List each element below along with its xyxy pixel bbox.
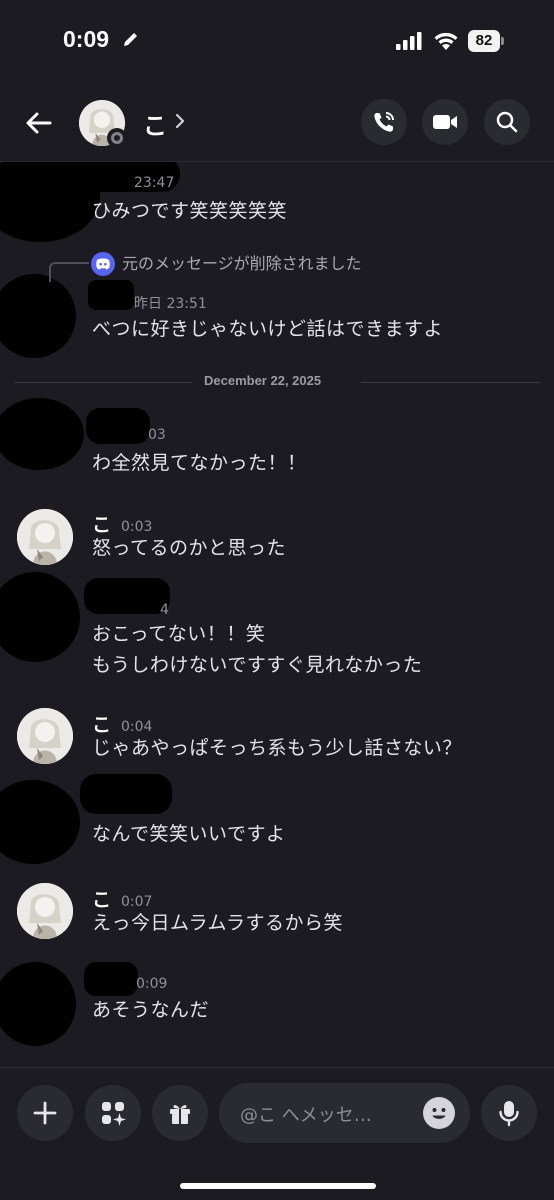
redaction-mark [0,962,76,1046]
wifi-icon [434,32,458,50]
redaction-mark [80,774,172,814]
redaction-mark [84,962,138,996]
reply-connector [49,262,89,282]
status-bar: 0:09 82 [0,0,554,84]
avatar[interactable] [17,708,73,764]
plus-icon [33,1101,57,1125]
channel-name[interactable]: こ [143,106,167,141]
chevron-right-icon[interactable] [173,112,187,130]
redaction-mark [0,274,76,358]
date-divider-line [361,382,540,383]
gift-icon [170,1105,190,1124]
chat-header: こ [0,84,554,162]
battery-tip [501,37,504,45]
call-button[interactable] [361,99,407,145]
attach-button[interactable] [17,1085,73,1141]
home-indicator[interactable] [180,1183,376,1189]
microphone-icon [499,1101,519,1127]
avatar-image [17,708,73,764]
message-timestamp: 03 [148,427,166,443]
message-text[interactable]: なんで笑笑いいですよ [92,819,285,850]
message-text[interactable]: あそうなんだ [92,995,209,1026]
video-camera-icon [433,115,457,129]
discord-icon [91,252,115,276]
redaction-mark [0,572,80,662]
redaction-mark [84,578,170,614]
phone-call-icon [374,112,394,132]
avatar[interactable] [17,509,73,565]
search-button[interactable] [484,99,530,145]
gift-button[interactable] [152,1085,208,1141]
battery-level: 82 [468,30,500,52]
message-input-placeholder: @こ へメッセ… [240,1105,372,1126]
emoji-icon [424,1098,454,1128]
date-divider-line [14,382,192,383]
back-arrow-icon[interactable] [22,106,56,140]
message-timestamp: 0:09 [136,976,168,992]
message-timestamp: 4 [160,602,169,618]
video-call-button[interactable] [422,99,468,145]
emoji-button[interactable] [423,1097,455,1129]
status-indicator [107,128,127,148]
message-text[interactable]: わ全然見てなかった！！ [92,448,307,479]
avatar-image [17,509,73,565]
message-text[interactable]: おこってない！！笑 [92,619,265,650]
battery-icon: 82 [468,30,504,52]
message-list[interactable]: 23:47 ひみつです笑笑笑笑笑 元のメッセージが削除されました 昨日 23:5… [0,162,554,1067]
message-text[interactable]: えっ今日ムラムラするから笑 [92,908,343,939]
message-text[interactable]: 怒ってるのかと思った [92,533,286,564]
status-time: 0:09 [63,26,110,52]
redaction-mark [0,398,84,470]
message-timestamp: 昨日 23:51 [134,296,207,312]
pencil-icon [124,33,137,46]
redaction-mark [0,780,80,864]
composer-bar: @こ へメッセ… [0,1067,554,1200]
message-text[interactable]: じゃあやっぱそっち系もう少し話さない？ [92,733,462,764]
redaction-mark [86,408,150,444]
reply-preview[interactable]: 元のメッセージが削除されました [122,250,362,274]
message-timestamp: 23:47 [134,175,175,191]
search-icon [496,111,518,133]
message-text[interactable]: ひみつです笑笑笑笑笑 [92,196,287,227]
message-input[interactable]: @こ へメッセ… [219,1083,470,1143]
apps-button[interactable] [85,1085,141,1141]
avatar-image [17,883,73,939]
date-divider: December 22, 2025 [204,373,322,388]
message-text[interactable]: べつに好きじゃないけど話はできますよ [92,314,443,345]
signal-icon [396,32,422,50]
redaction-mark [88,280,134,310]
avatar[interactable] [17,883,73,939]
voice-message-button[interactable] [481,1085,537,1141]
message-text[interactable]: もうしわけないですすぐ見れなかった [92,650,422,681]
sparkle-apps-icon [102,1102,126,1126]
